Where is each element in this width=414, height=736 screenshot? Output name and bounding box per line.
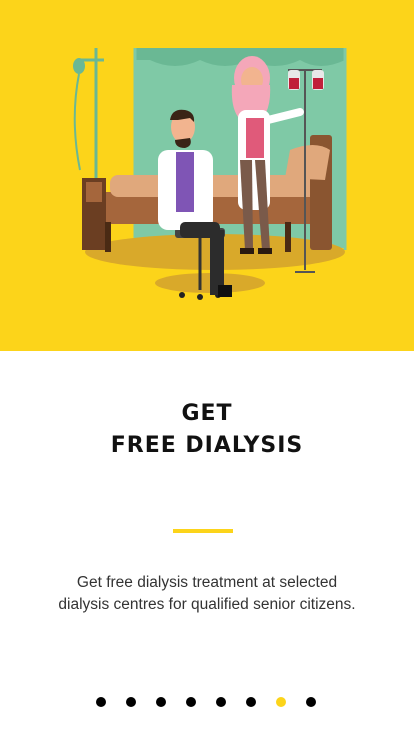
title-line-1: GET (181, 401, 233, 426)
illustration (73, 48, 347, 300)
page-dot-7-active[interactable] (276, 697, 286, 707)
onboarding-title: GET FREE DIALYSIS (0, 398, 414, 462)
title-line-2: FREE DIALYSIS (110, 433, 304, 458)
page-dot-2[interactable] (126, 697, 136, 707)
page-dot-8[interactable] (306, 697, 316, 707)
page-dot-5[interactable] (216, 697, 226, 707)
page-dot-1[interactable] (96, 697, 106, 707)
page-indicator (96, 697, 316, 707)
hero-banner (0, 0, 414, 351)
page-dot-4[interactable] (186, 697, 196, 707)
title-divider (173, 529, 233, 533)
onboarding-description: Get free dialysis treatment at selected … (58, 574, 356, 613)
page-dot-3[interactable] (156, 697, 166, 707)
page-dot-6[interactable] (246, 697, 256, 707)
